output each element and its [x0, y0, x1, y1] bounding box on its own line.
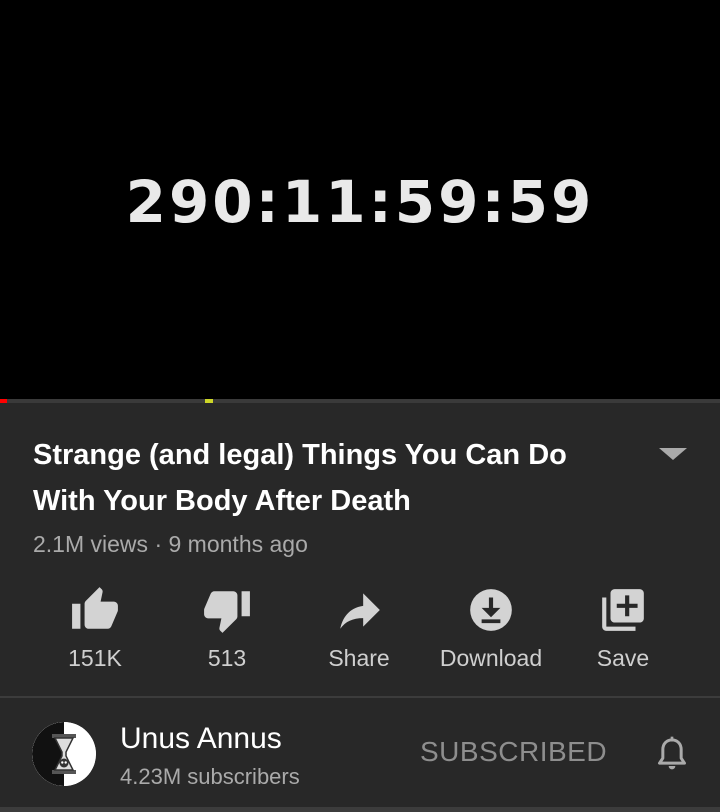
playlist-add-icon — [602, 589, 644, 631]
like-button[interactable]: 151K — [29, 583, 161, 683]
dislike-count: 513 — [207, 645, 247, 671]
share-icon — [340, 593, 380, 629]
upload-age: 9 months ago — [168, 531, 308, 557]
video-player[interactable]: 290:11:59:59 — [0, 0, 720, 399]
action-bar: 151K 513 Share Download Save — [29, 583, 689, 683]
save-button[interactable]: Save — [557, 583, 689, 683]
thumb-up-icon — [72, 587, 118, 629]
meta-separator: · — [154, 531, 163, 557]
channel-avatar[interactable] — [32, 722, 96, 786]
share-label: Share — [328, 645, 390, 671]
video-details: Strange (and legal) Things You Can Do Wi… — [0, 403, 720, 812]
hourglass-skull-icon — [32, 722, 96, 786]
view-count: 2.1M views — [33, 531, 149, 557]
video-title[interactable]: Strange (and legal) Things You Can Do Wi… — [33, 432, 613, 524]
download-button[interactable]: Download — [425, 583, 557, 683]
thumb-down-icon — [204, 591, 250, 633]
countdown-timer: 290:11:59:59 — [125, 168, 595, 236]
chevron-down-icon[interactable] — [656, 441, 690, 465]
subscriber-count: 4.23M subscribers — [120, 764, 300, 789]
save-label: Save — [596, 645, 650, 671]
subscribed-button[interactable]: SUBSCRIBED — [420, 736, 607, 768]
dislike-button[interactable]: 513 — [161, 583, 293, 683]
bell-icon[interactable] — [652, 734, 692, 774]
download-icon — [470, 589, 512, 631]
channel-row: Unus Annus 4.23M subscribers SUBSCRIBED — [0, 698, 720, 812]
like-count: 151K — [68, 645, 122, 671]
channel-name[interactable]: Unus Annus — [120, 722, 282, 756]
video-meta: 2.1M views · 9 months ago — [33, 531, 308, 558]
bottom-divider — [0, 807, 720, 812]
share-button[interactable]: Share — [293, 583, 425, 683]
download-label: Download — [439, 645, 543, 671]
